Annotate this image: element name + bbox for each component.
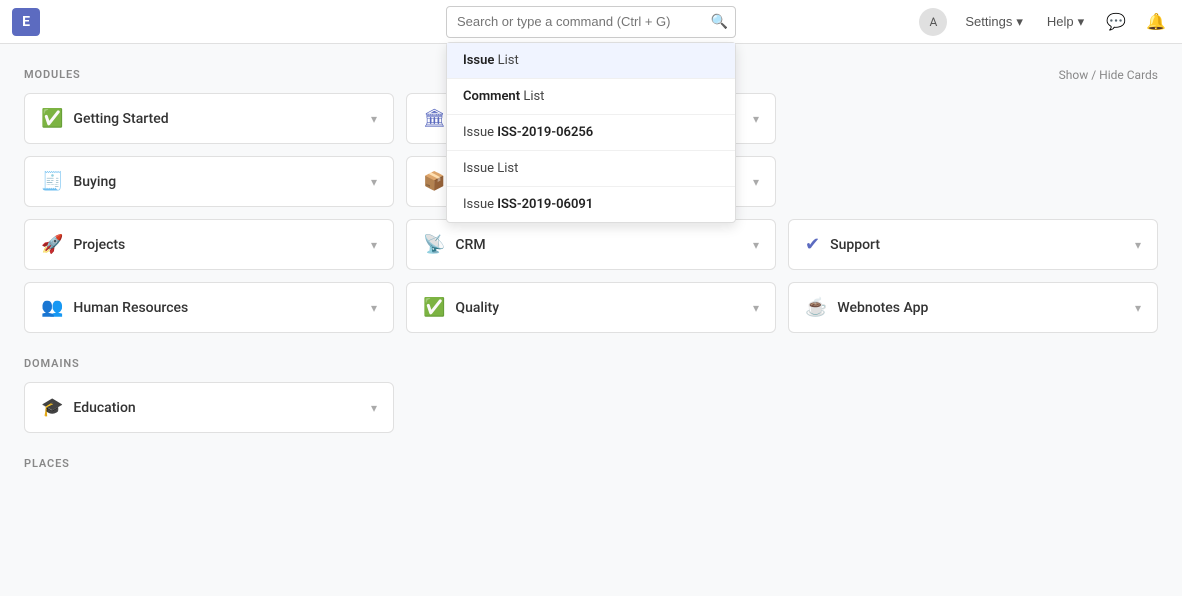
projects-icon: 🚀	[41, 234, 63, 255]
domains-section-label: DOMAINS	[24, 357, 1158, 370]
dropdown-item-iss-06091[interactable]: Issue ISS-2019-06091	[447, 187, 735, 222]
dropdown-item-prefix-4: Issue	[463, 161, 497, 176]
dropdown-item-text-1: List	[498, 53, 519, 68]
projects-label: Projects	[73, 237, 371, 253]
support-chevron-icon: ▾	[1135, 238, 1141, 252]
help-button[interactable]: Help ▾	[1041, 10, 1090, 34]
human-resources-chevron-icon: ▾	[371, 301, 377, 315]
education-chevron-icon: ▾	[371, 401, 377, 415]
module-card-crm[interactable]: 📡 CRM ▾	[406, 219, 776, 270]
human-resources-label: Human Resources	[73, 300, 371, 316]
crm-label: CRM	[455, 237, 753, 253]
support-icon: ✔	[805, 234, 820, 255]
avatar: A	[919, 8, 947, 36]
dropdown-item-bold-1: Issue	[463, 53, 494, 68]
projects-chevron-icon: ▾	[371, 238, 377, 252]
education-label: Education	[73, 400, 371, 416]
module-card-buying[interactable]: 🧾 Buying ▾	[24, 156, 394, 207]
module-card-quality[interactable]: ✅ Quality ▾	[406, 282, 776, 333]
dropdown-item-bold-5: ISS-2019-06091	[497, 197, 593, 212]
buying-label: Buying	[73, 174, 371, 190]
modules-label-text: MODULES	[24, 68, 81, 81]
stock-icon: 📦	[423, 171, 445, 192]
module-card-support[interactable]: ✔ Support ▾	[788, 219, 1158, 270]
search-input[interactable]	[446, 6, 736, 38]
help-label: Help	[1047, 14, 1074, 29]
buying-chevron-icon: ▾	[371, 175, 377, 189]
module-card-webnotes[interactable]: ☕ Webnotes App ▾	[788, 282, 1158, 333]
module-card-getting-started[interactable]: ✅ Getting Started ▾	[24, 93, 394, 144]
buying-icon: 🧾	[41, 171, 63, 192]
module-card-education[interactable]: 🎓 Education ▾	[24, 382, 394, 433]
module-card-projects[interactable]: 🚀 Projects ▾	[24, 219, 394, 270]
navbar: E 🔍 Issue List Comment List Issue ISS-20…	[0, 0, 1182, 44]
stock-chevron-icon: ▾	[753, 175, 759, 189]
getting-started-icon: ✅	[41, 108, 63, 129]
crm-chevron-icon: ▾	[753, 238, 759, 252]
education-icon: 🎓	[41, 397, 63, 418]
navbar-left: E	[12, 8, 40, 36]
dropdown-item-issue-list-1[interactable]: Issue List	[447, 43, 735, 79]
webnotes-label: Webnotes App	[837, 300, 1135, 316]
chat-icon-button[interactable]: 💬	[1102, 8, 1130, 36]
navbar-center: 🔍 Issue List Comment List Issue ISS-2019…	[446, 6, 736, 38]
getting-started-label: Getting Started	[73, 111, 371, 127]
dropdown-item-bold-3: ISS-2019-06256	[497, 125, 593, 140]
dropdown-item-prefix-3: Issue	[463, 125, 497, 140]
quality-chevron-icon: ▾	[753, 301, 759, 315]
dropdown-item-issue-list-2[interactable]: Issue List	[447, 151, 735, 187]
places-label-text: PLACES	[24, 457, 70, 470]
getting-started-chevron-icon: ▾	[371, 112, 377, 126]
quality-icon: ✅	[423, 297, 445, 318]
module-card-human-resources[interactable]: 👥 Human Resources ▾	[24, 282, 394, 333]
accounting-icon: 🏛	[423, 108, 446, 129]
dropdown-item-iss-06256[interactable]: Issue ISS-2019-06256	[447, 115, 735, 151]
app-icon[interactable]: E	[12, 8, 40, 36]
webnotes-chevron-icon: ▾	[1135, 301, 1141, 315]
navbar-right: A Settings ▾ Help ▾ 💬 🔔	[919, 8, 1170, 36]
dropdown-item-bold-2: Comment	[463, 89, 520, 104]
settings-label: Settings	[965, 14, 1012, 29]
places-section-label: PLACES	[24, 457, 1158, 470]
dropdown-item-text-2: List	[523, 89, 544, 104]
dropdown-item-prefix-5: Issue	[463, 197, 497, 212]
dropdown-item-comment-list[interactable]: Comment List	[447, 79, 735, 115]
notification-icon-button[interactable]: 🔔	[1142, 8, 1170, 36]
crm-icon: 📡	[423, 234, 445, 255]
help-chevron-icon: ▾	[1078, 14, 1085, 30]
show-hide-cards-link[interactable]: Show / Hide Cards	[1059, 68, 1158, 82]
domains-label-text: DOMAINS	[24, 357, 80, 370]
settings-button[interactable]: Settings ▾	[959, 10, 1029, 34]
settings-chevron-icon: ▾	[1016, 14, 1023, 30]
dropdown-item-text-4: List	[497, 161, 518, 176]
human-resources-icon: 👥	[41, 297, 63, 318]
domains-grid: 🎓 Education ▾	[24, 382, 1158, 433]
quality-label: Quality	[455, 300, 753, 316]
support-label: Support	[830, 237, 1135, 253]
search-icon-button[interactable]: 🔍	[711, 13, 728, 30]
search-dropdown: Issue List Comment List Issue ISS-2019-0…	[446, 42, 736, 223]
webnotes-icon: ☕	[805, 297, 827, 318]
search-wrapper: 🔍 Issue List Comment List Issue ISS-2019…	[446, 6, 736, 38]
accounting-chevron-icon: ▾	[753, 112, 759, 126]
